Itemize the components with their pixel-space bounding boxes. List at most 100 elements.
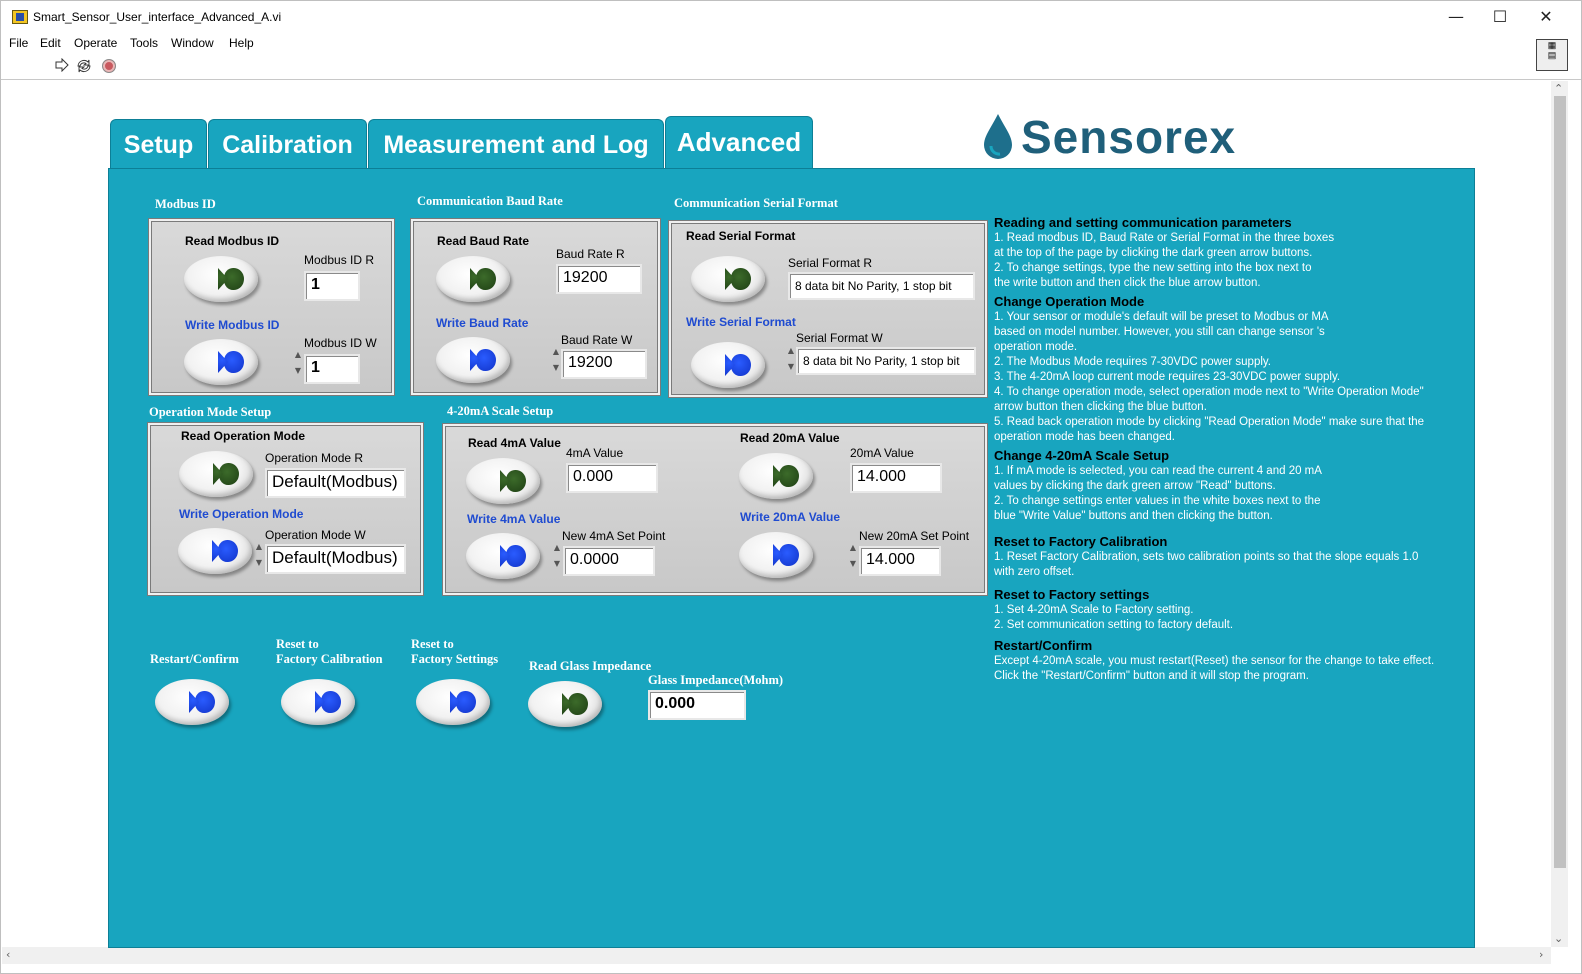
help-line: 2. The Modbus Mode requires 7-30VDC powe… xyxy=(994,356,1271,368)
vertical-scroll-thumb[interactable] xyxy=(1554,96,1566,868)
help-line: 5. Read back operation mode by clicking … xyxy=(994,416,1425,428)
write-arrow-icon xyxy=(506,545,526,567)
tab-measurement-and-log[interactable]: Measurement and Log xyxy=(368,119,664,169)
menu-operate[interactable]: Operate xyxy=(74,36,117,50)
help-line: operation mode has been changed. xyxy=(994,431,1175,443)
serial-w-label: Serial Format W xyxy=(796,331,883,345)
read-serial-button[interactable] xyxy=(691,256,765,302)
tab-advanced[interactable]: Advanced xyxy=(665,116,813,170)
new-4ma-setpoint-field[interactable]: 0.0000 xyxy=(563,546,655,576)
write-baud-button[interactable] xyxy=(436,337,510,383)
scale-group-label: 4-20mA Scale Setup xyxy=(447,404,554,418)
baud-w-label: Baud Rate W xyxy=(561,333,633,347)
baud-rate-w-field[interactable]: 19200 xyxy=(561,349,647,379)
operation-mode-w-select[interactable]: Default(Modbus) xyxy=(265,544,406,574)
write-modbus-label: Write Modbus ID xyxy=(185,318,280,332)
20ma-value-field: 14.000 xyxy=(850,463,942,493)
scroll-up-icon[interactable]: ⌃ xyxy=(1554,82,1563,95)
help-line: 2. To change settings, type the new sett… xyxy=(994,262,1312,274)
read-4ma-label: Read 4mA Value xyxy=(468,436,561,450)
abort-icon[interactable] xyxy=(102,59,116,73)
write-serial-label: Write Serial Format xyxy=(686,315,796,329)
window-title: Smart_Sensor_User_interface_Advanced_A.v… xyxy=(33,10,282,24)
scroll-down-icon[interactable]: ⌄ xyxy=(1554,932,1563,945)
opmode-r-label: Operation Mode R xyxy=(265,451,364,465)
help-line: Click the "Restart/Confirm" button and i… xyxy=(994,670,1309,682)
serial-format-w-field[interactable]: 8 data bit No Parity, 1 stop bit xyxy=(796,347,976,375)
new-20ma-setpoint-field[interactable]: 14.000 xyxy=(859,546,941,576)
reset-settings-label-1: Reset to xyxy=(411,637,454,651)
write-4ma-button[interactable] xyxy=(466,533,540,579)
menu-tools[interactable]: Tools xyxy=(130,36,158,50)
reset-factory-calibration-button[interactable] xyxy=(281,679,355,725)
4ma-value-label: 4mA Value xyxy=(566,446,624,460)
scroll-left-icon[interactable]: ‹ xyxy=(6,948,10,961)
scroll-right-icon[interactable]: › xyxy=(1539,948,1543,961)
serial-r-label: Serial Format R xyxy=(788,256,873,270)
reset-cal-label-1: Reset to xyxy=(276,637,319,651)
baud-w-spinner[interactable]: ▲ ▼ xyxy=(552,348,560,376)
read-opmode-button[interactable] xyxy=(179,451,253,497)
menu-bar: File Edit Operate Tools Window Help xyxy=(1,33,1581,53)
new-4ma-label: New 4mA Set Point xyxy=(562,529,666,543)
read-arrow-icon xyxy=(476,268,496,290)
help-line: blue "Write Value" buttons and then clic… xyxy=(994,510,1273,522)
sensorex-logo: Sensorex xyxy=(981,109,1236,165)
run-arrow-icon[interactable] xyxy=(55,58,69,72)
read-arrow-icon xyxy=(779,465,799,487)
read-20ma-label: Read 20mA Value xyxy=(740,431,840,445)
minimize-button[interactable]: — xyxy=(1433,1,1479,33)
vi-app-icon xyxy=(12,10,28,24)
modbus-id-w-field[interactable]: 1 xyxy=(304,354,360,384)
run-continuously-icon[interactable] xyxy=(76,58,92,74)
write-opmode-button[interactable] xyxy=(178,528,252,574)
serial-w-spinner[interactable]: ▲ ▼ xyxy=(787,347,795,375)
menu-file[interactable]: File xyxy=(9,36,28,50)
read-arrow-icon xyxy=(731,268,751,290)
help-heading-reset-cal: Reset to Factory Calibration xyxy=(994,534,1168,549)
menu-help[interactable]: Help xyxy=(229,36,254,50)
read-baud-label: Read Baud Rate xyxy=(437,234,530,248)
help-heading-scale: Change 4-20mA Scale Setup xyxy=(994,448,1170,463)
water-drop-icon xyxy=(984,114,1012,159)
read-baud-button[interactable] xyxy=(436,256,510,302)
help-line: 1. Reset Factory Calibration, sets two c… xyxy=(994,551,1419,563)
new-4ma-spinner[interactable]: ▲ ▼ xyxy=(553,544,561,572)
write-20ma-label: Write 20mA Value xyxy=(740,510,841,524)
labview-window: Smart_Sensor_User_interface_Advanced_A.v… xyxy=(0,0,1582,974)
read-20ma-button[interactable] xyxy=(739,453,813,499)
opmode-w-spinner[interactable]: ▲ ▼ xyxy=(255,543,263,571)
modbus-group-label: Modbus ID xyxy=(155,197,216,211)
4ma-value-field: 0.000 xyxy=(566,463,658,493)
help-line: arrow button then clicking the blue butt… xyxy=(994,401,1207,413)
operation-mode-r-field: Default(Modbus) xyxy=(265,468,406,498)
20ma-value-label: 20mA Value xyxy=(850,446,914,460)
tab-calibration[interactable]: Calibration xyxy=(208,119,367,169)
help-line: 1. If mA mode is selected, you can read … xyxy=(994,465,1322,477)
read-4ma-button[interactable] xyxy=(466,458,540,504)
write-modbus-button[interactable] xyxy=(184,339,258,385)
read-arrow-icon xyxy=(568,693,588,715)
new-20ma-spinner[interactable]: ▲ ▼ xyxy=(849,544,857,572)
help-line: with zero offset. xyxy=(994,566,1075,578)
write-arrow-icon xyxy=(218,540,238,562)
opmode-w-label: Operation Mode W xyxy=(265,528,366,542)
menu-window[interactable]: Window xyxy=(171,36,214,50)
modbus-w-spinner[interactable]: ▲ ▼ xyxy=(294,351,302,379)
maximize-button[interactable]: ☐ xyxy=(1477,1,1523,33)
read-glass-impedance-button[interactable] xyxy=(528,681,602,727)
read-modbus-label: Read Modbus ID xyxy=(185,234,280,248)
help-line: 1. Read modbus ID, Baud Rate or Serial F… xyxy=(994,232,1335,244)
horizontal-scrollbar[interactable] xyxy=(2,947,1551,964)
reset-factory-settings-button[interactable] xyxy=(416,679,490,725)
write-serial-button[interactable] xyxy=(691,342,765,388)
close-button[interactable]: ✕ xyxy=(1523,1,1569,33)
help-line: operation mode. xyxy=(994,341,1078,353)
menu-edit[interactable]: Edit xyxy=(40,36,61,50)
title-bar: Smart_Sensor_User_interface_Advanced_A.v… xyxy=(1,1,1581,33)
read-modbus-button[interactable] xyxy=(184,256,258,302)
write-arrow-icon xyxy=(731,354,751,376)
tab-setup[interactable]: Setup xyxy=(110,119,207,169)
restart-confirm-button[interactable] xyxy=(155,679,229,725)
write-20ma-button[interactable] xyxy=(739,532,813,578)
